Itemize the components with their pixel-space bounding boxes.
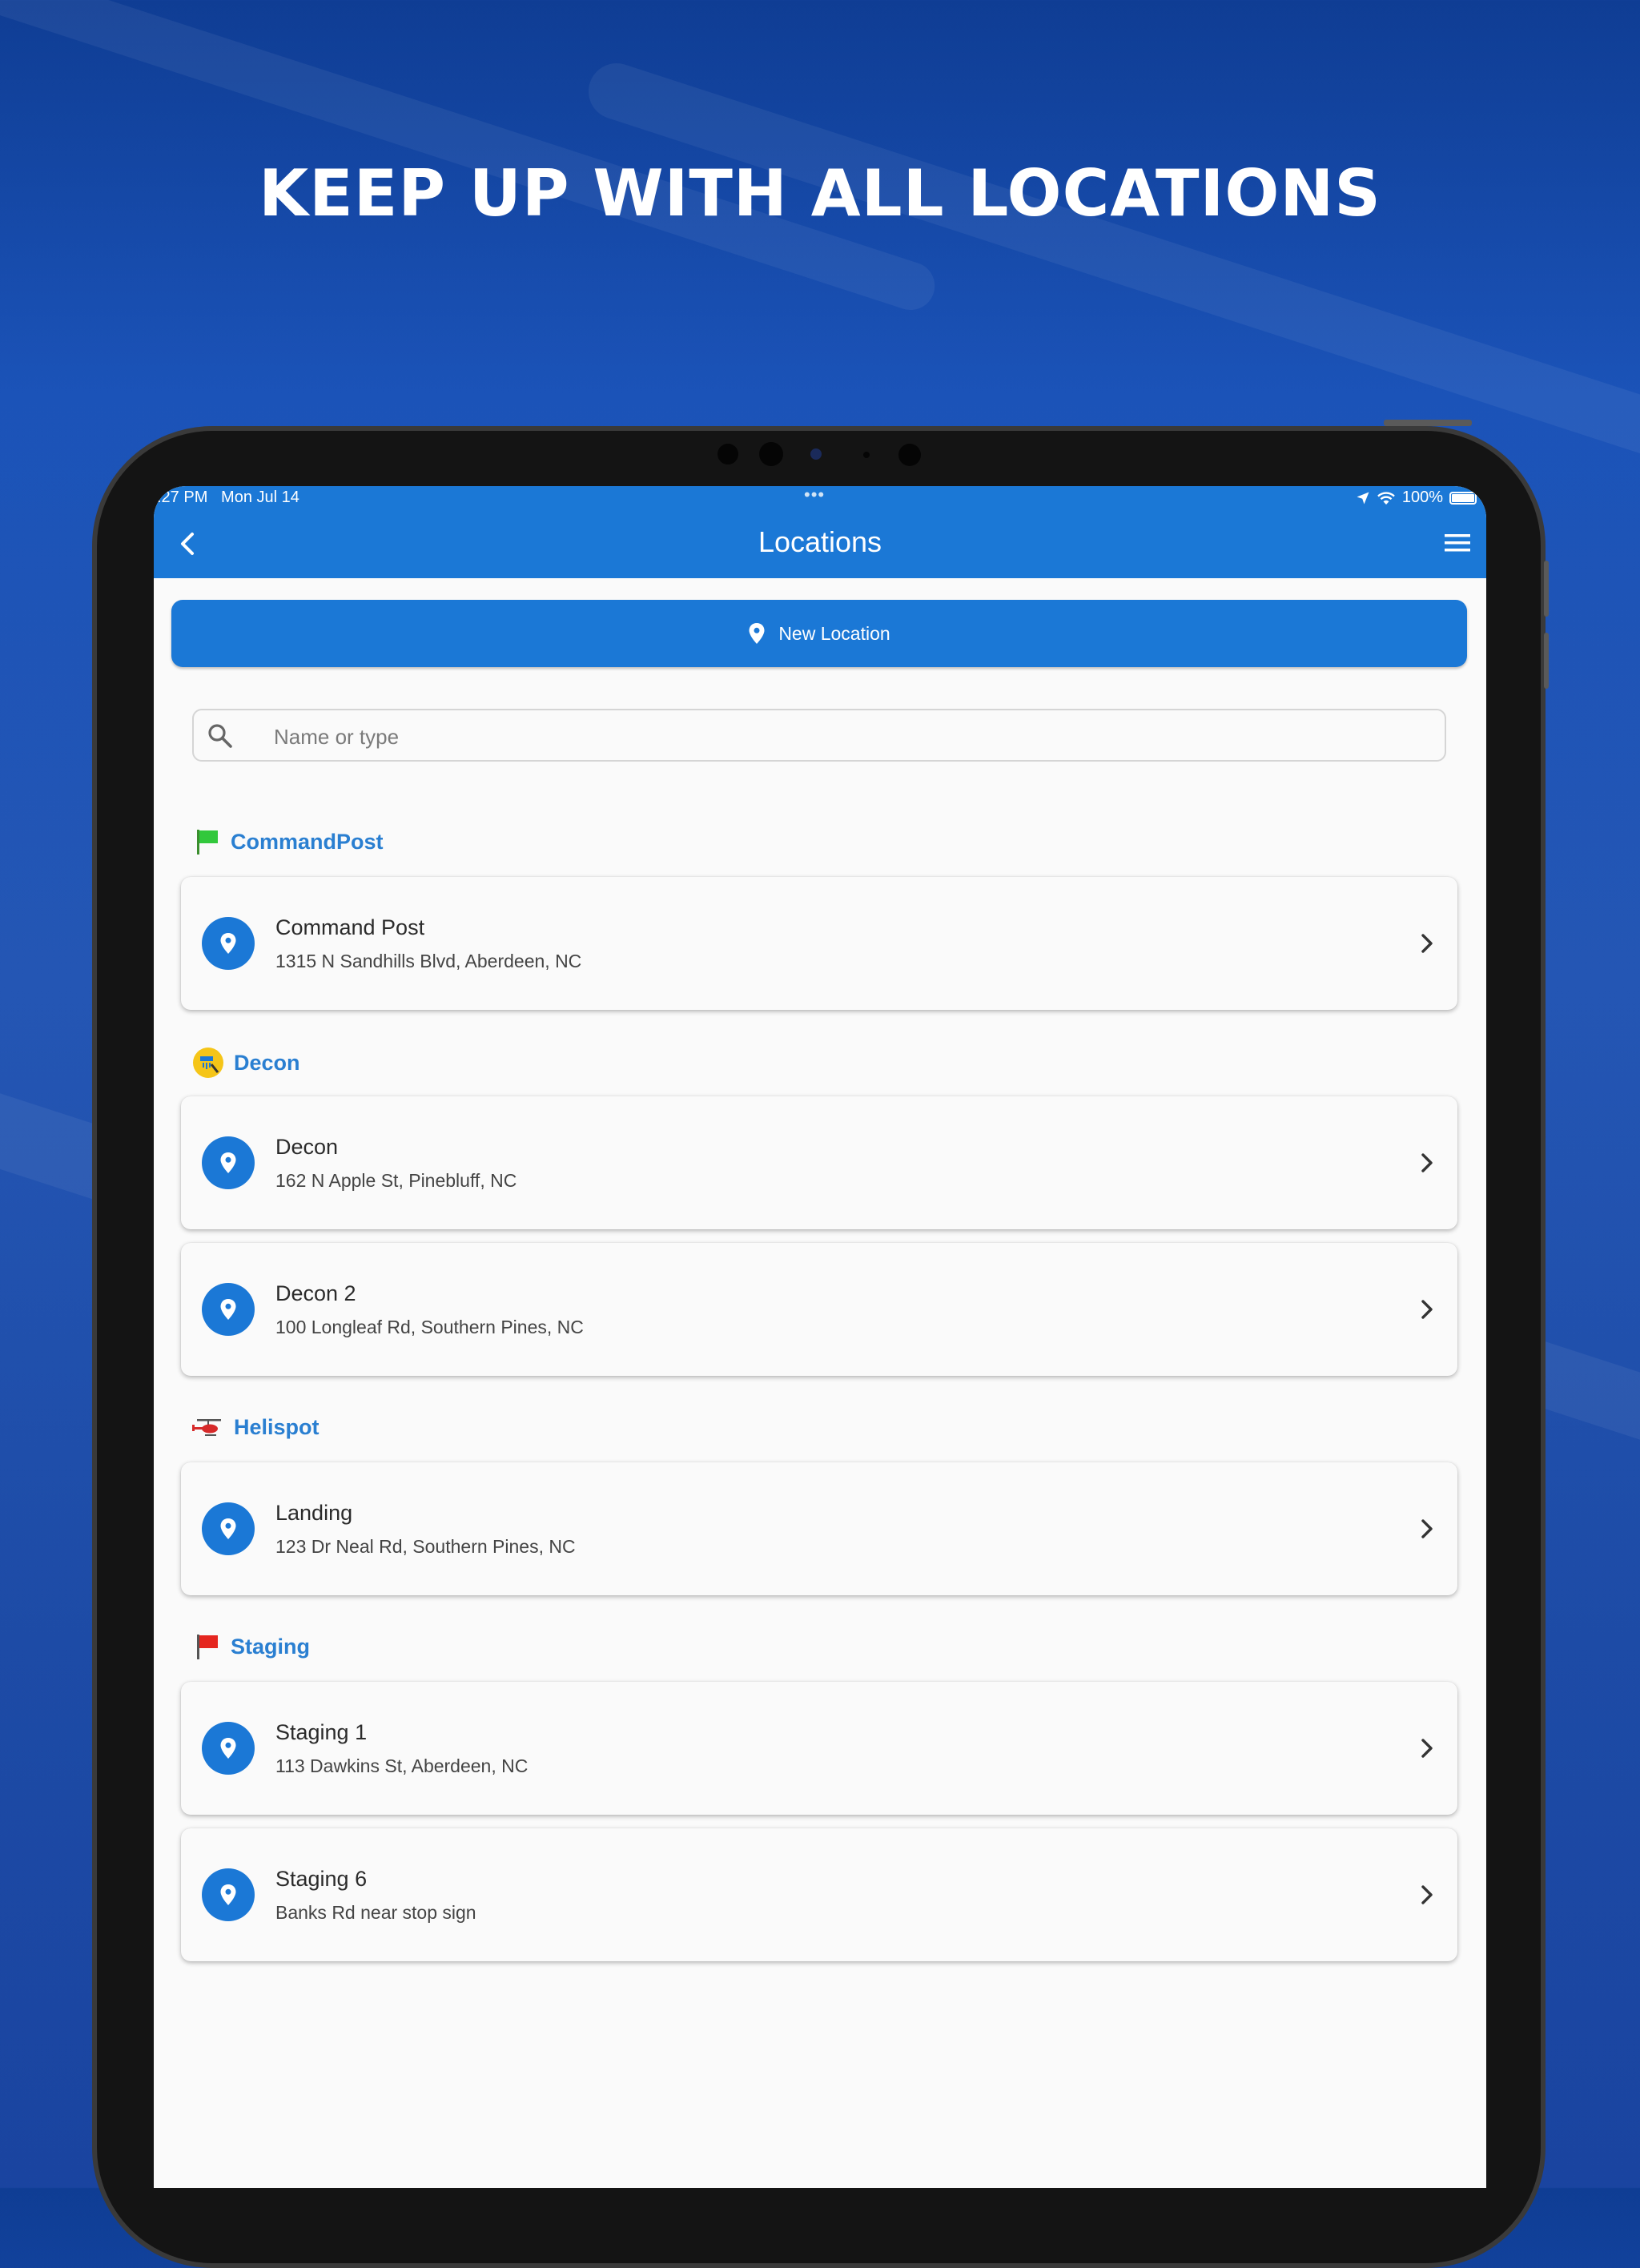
location-address: 162 N Apple St, Pinebluff, NC — [275, 1170, 517, 1191]
section-header-commandpost: CommandPost — [192, 827, 384, 856]
decon-shower-icon — [193, 1048, 223, 1078]
section-label: Decon — [234, 1050, 300, 1075]
background-streak — [581, 55, 1640, 481]
camera-sensor — [759, 442, 783, 466]
red-flag-icon — [197, 1635, 218, 1659]
location-pin-icon — [202, 917, 255, 970]
location-pin-icon — [202, 1283, 255, 1336]
chevron-right-icon — [1421, 934, 1433, 953]
location-card[interactable]: Landing 123 Dr Neal Rd, Southern Pines, … — [181, 1462, 1457, 1595]
status-bar: :27 PM Mon Jul 14 ••• 100% — [154, 486, 1486, 513]
location-card[interactable]: Command Post 1315 N Sandhills Blvd, Aber… — [181, 877, 1457, 1010]
location-pin-icon — [202, 1722, 255, 1775]
search-icon — [208, 724, 232, 748]
location-pin-icon — [202, 1502, 255, 1555]
camera-lens — [810, 448, 822, 460]
location-address: 113 Dawkins St, Aberdeen, NC — [275, 1755, 529, 1776]
search-input[interactable] — [272, 720, 1397, 754]
status-time: :27 PM — [157, 489, 208, 506]
location-name: Decon 2 — [275, 1281, 356, 1305]
location-name: Staging 1 — [275, 1720, 368, 1744]
battery-icon — [1449, 491, 1477, 505]
promo-headline: KEEP UP WITH ALL LOCATIONS — [259, 156, 1381, 231]
chevron-right-icon — [1421, 1300, 1433, 1319]
chevron-right-icon — [1421, 1885, 1433, 1904]
location-name: Decon — [275, 1135, 339, 1159]
helicopter-icon — [192, 1419, 221, 1436]
green-flag-icon — [197, 830, 218, 855]
search-field[interactable] — [192, 709, 1446, 762]
location-address: 100 Longleaf Rd, Southern Pines, NC — [275, 1317, 584, 1337]
location-name: Staging 6 — [275, 1867, 368, 1891]
device-volume-up — [1544, 561, 1549, 617]
new-location-button[interactable]: New Location — [171, 600, 1467, 667]
hamburger-menu-icon[interactable] — [1443, 531, 1472, 555]
location-arrow-icon — [1357, 492, 1369, 504]
section-label: CommandPost — [231, 829, 384, 854]
location-pin-icon — [202, 1136, 255, 1189]
chevron-right-icon — [1421, 1153, 1433, 1172]
section-label: Helispot — [234, 1414, 320, 1439]
device-top-button — [1384, 420, 1472, 426]
location-pin-icon — [749, 623, 765, 644]
chevron-right-icon — [1421, 1519, 1433, 1538]
camera-sensor — [898, 444, 921, 466]
section-label: Staging — [231, 1634, 310, 1659]
app-bar: :27 PM Mon Jul 14 ••• 100% Locations — [154, 486, 1486, 578]
location-address: 123 Dr Neal Rd, Southern Pines, NC — [275, 1536, 576, 1557]
new-location-label: New Location — [778, 622, 890, 644]
section-header-helispot: Helispot — [192, 1413, 320, 1442]
section-header-decon: Decon — [192, 1047, 300, 1079]
location-card[interactable]: Staging 6 Banks Rd near stop sign — [181, 1828, 1457, 1961]
location-name: Landing — [275, 1501, 353, 1525]
app-screen: :27 PM Mon Jul 14 ••• 100% Locations New… — [154, 486, 1486, 2188]
status-date: Mon Jul 14 — [221, 489, 299, 506]
device-volume-down — [1544, 633, 1549, 689]
location-address: Banks Rd near stop sign — [275, 1902, 476, 1923]
camera-sensor — [863, 452, 870, 458]
page-title: Locations — [758, 525, 882, 558]
location-card[interactable]: Decon 162 N Apple St, Pinebluff, NC — [181, 1096, 1457, 1229]
battery-percent: 100% — [1401, 489, 1443, 506]
section-header-staging: Staging — [192, 1632, 310, 1661]
location-card[interactable]: Staging 1 113 Dawkins St, Aberdeen, NC — [181, 1682, 1457, 1815]
camera-sensor — [718, 444, 738, 464]
location-card[interactable]: Decon 2 100 Longleaf Rd, Southern Pines,… — [181, 1243, 1457, 1376]
location-address: 1315 N Sandhills Blvd, Aberdeen, NC — [275, 951, 582, 971]
location-name: Command Post — [275, 915, 425, 939]
location-pin-icon — [202, 1868, 255, 1921]
multitasking-dots-icon[interactable]: ••• — [804, 486, 825, 505]
wifi-icon — [1377, 491, 1395, 505]
chevron-right-icon — [1421, 1739, 1433, 1758]
